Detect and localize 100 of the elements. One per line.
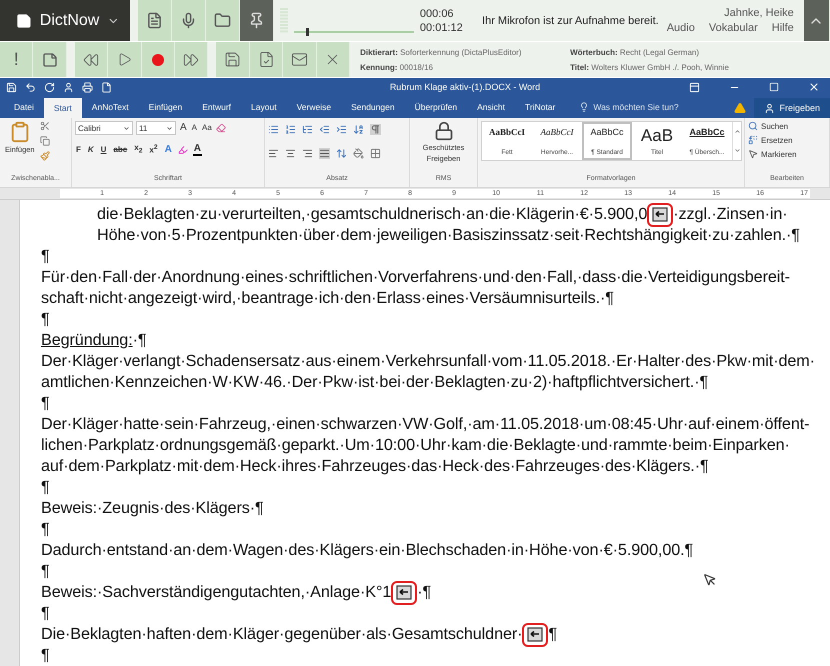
field-marker-icon [391,580,418,604]
person-icon [764,102,776,114]
decrease-indent-icon[interactable] [319,124,330,135]
menu-link[interactable]: Audio [666,22,695,34]
highlighter-icon[interactable] [178,144,188,155]
document-text: ¶ [41,520,50,539]
ribbon-tab[interactable]: Start [44,98,82,118]
save-button[interactable] [216,42,250,77]
total-time: 00:01:12 [420,20,464,34]
align-center-icon[interactable] [285,148,296,159]
save-icon[interactable] [6,82,17,92]
line-spacing-icon[interactable] [336,148,347,159]
document-text: Beweis:·Sachverständigengutachten,·Anlage·K°1 [41,583,392,602]
numbered-list-icon[interactable] [285,124,296,135]
scroll-up-icon[interactable] [734,128,740,135]
ribbon-tab[interactable]: Ansicht [467,96,515,118]
tell-me-field[interactable]: Was möchten Sie tun? [573,96,685,118]
align-right-icon[interactable] [302,148,313,159]
redo-icon[interactable] [44,82,55,92]
document-text: ¶ [548,625,558,644]
format-button[interactable]: F [75,144,82,155]
scissors-icon[interactable] [40,121,50,131]
rewind-icon [83,52,100,68]
new-document-icon[interactable] [101,82,112,92]
record-button[interactable] [142,42,176,77]
borders-icon[interactable] [370,148,381,159]
font-field[interactable]: Calibri [75,121,133,135]
fast-forward-icon [183,52,200,68]
grow-font-button[interactable]: A [179,123,188,133]
collapse-button[interactable] [804,0,830,41]
play-button[interactable] [108,42,142,77]
document-text: Für·den·Fall·der·Anordnung·eines·schriftlichen·Vorverfahrens·und·den·Fall,·dass·die·Verteidigungsbereit- [41,268,790,287]
document-text: ¶ [41,478,50,497]
menu-link[interactable]: Hilfe [772,22,794,34]
fast-forward-button[interactable] [175,42,208,77]
format-button[interactable]: x$^{2}$ [148,143,159,156]
bullet-list-icon[interactable] [268,124,279,135]
priority-button[interactable]: ! [0,42,34,77]
replace-button[interactable]: Ersetzen [748,135,797,145]
mail-button[interactable] [283,42,317,77]
ribbon-tab[interactable]: Überprüfen [404,96,468,118]
save-icon [224,51,242,68]
format-button[interactable]: abc [112,144,128,155]
copy-icon[interactable] [40,136,50,146]
document-button[interactable] [138,0,172,41]
checked-document-icon [258,51,275,68]
align-left-icon[interactable] [268,148,279,159]
format-button[interactable]: U [100,144,108,155]
note-button[interactable] [33,42,67,77]
chevron-down-icon [123,124,130,132]
sort-icon[interactable] [353,124,364,135]
change-case-button[interactable]: Aa [201,123,213,133]
maximize-icon [769,82,779,92]
text-effects-button[interactable]: A [164,144,173,155]
ribbon-tab[interactable]: TriNotar [514,96,566,118]
select-button[interactable]: Markieren [748,149,797,159]
font-color-button[interactable]: A [192,144,202,156]
menu-link[interactable]: Vokabular [708,22,758,34]
pilcrow-icon[interactable] [370,124,381,135]
ribbon-tab[interactable]: Verweise [286,96,342,118]
rewind-button[interactable] [74,42,108,77]
close-button[interactable] [316,42,350,77]
ribbon-tab[interactable]: Datei [4,96,44,118]
ribbon-tab[interactable]: Layout [241,96,287,118]
ribbon-tab[interactable]: Sendungen [341,96,405,118]
person-icon[interactable] [63,82,74,92]
document-text: Der·Kläger·verlangt·Schadensersatz·aus·einem·Verkehrsunfall·vom·11.05.2018.·Er·Halter·des·Pkw·mit·dem· [41,352,815,371]
ribbon-tab[interactable]: AnNoText [82,96,139,118]
panel-icon [688,82,700,92]
document-icon [146,12,163,29]
shrink-font-button[interactable]: A [190,123,198,133]
pointer-icon [748,149,758,159]
justify-icon[interactable] [319,148,330,159]
ribbon-tab[interactable]: Entwurf [192,96,242,118]
microphone-button[interactable] [172,0,206,41]
document-text: Beweis:·Zeugnis·des·Klägers·¶ [41,499,264,518]
folder-button[interactable] [206,0,240,41]
increase-indent-icon[interactable] [336,124,347,135]
undo-icon[interactable] [25,82,36,92]
printer-icon[interactable] [82,82,93,92]
pin-icon [248,12,265,29]
eraser-icon[interactable] [216,123,226,133]
app-menu[interactable]: DictNow [0,0,130,41]
replace-icon [748,135,758,145]
finish-button[interactable] [250,42,284,77]
font-size-field[interactable]: 11 [136,121,176,135]
ribbon-tab[interactable]: Einfügen [138,96,192,118]
folder-icon [214,12,231,29]
scroll-down-icon[interactable] [734,147,740,154]
share-button[interactable]: Freigeben [754,98,830,118]
warning-icon[interactable] [734,102,746,114]
format-button[interactable]: x$_{2}$ [133,143,144,157]
format-button[interactable]: K [86,144,95,155]
shading-icon[interactable] [353,148,364,159]
find-button[interactable]: Suchen [748,121,797,131]
pin-button[interactable] [240,0,274,41]
multilevel-list-icon[interactable] [302,124,313,135]
slider-thumb[interactable] [306,28,309,36]
level-meter-icon [280,8,288,34]
format-painter-icon[interactable] [40,151,50,161]
